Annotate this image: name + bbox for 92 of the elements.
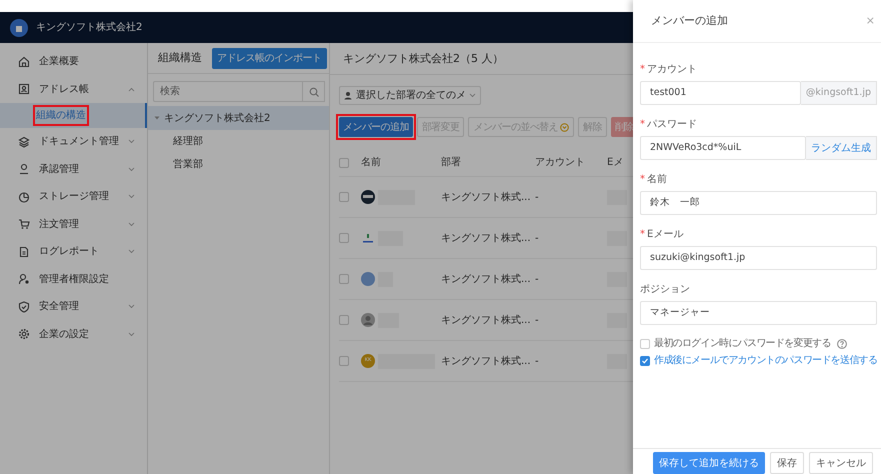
column-header: Eメ bbox=[607, 156, 624, 170]
required-mark: * bbox=[640, 62, 645, 76]
required-mark: * bbox=[640, 228, 645, 242]
pie-chart-icon bbox=[18, 190, 30, 203]
field-label: 名前 bbox=[647, 172, 667, 186]
table-cell-text: - bbox=[535, 354, 540, 368]
menu-label: ストレージ管理 bbox=[39, 190, 109, 204]
input-field[interactable]: 2NWVeRo3cd*%uiL bbox=[640, 136, 806, 160]
field-label: パスワード bbox=[647, 118, 697, 132]
checkbox[interactable] bbox=[339, 315, 349, 325]
sidebar-item[interactable]: 注文管理 bbox=[0, 210, 147, 238]
sidebar-item[interactable]: 企業概要 bbox=[0, 48, 147, 76]
required-mark: * bbox=[640, 118, 645, 132]
chevron-icon bbox=[469, 93, 476, 98]
menu-label: ログレポート bbox=[39, 245, 99, 260]
generate-button[interactable]: ランダム生成 bbox=[806, 136, 877, 160]
sidebar-item[interactable]: 管理者権限設定 bbox=[0, 266, 147, 293]
table-cell-text: - bbox=[535, 314, 540, 328]
footer-button[interactable]: 保存 bbox=[770, 452, 804, 474]
menu-label: 安全管理 bbox=[39, 300, 79, 314]
input-field[interactable]: 鈴木 一郎 bbox=[640, 191, 877, 215]
avatar-icon bbox=[361, 190, 375, 204]
menu-label: 管理者権限設定 bbox=[39, 272, 109, 287]
table-cell-text: キングソフト株式... bbox=[441, 354, 532, 368]
search-icon bbox=[308, 86, 318, 96]
menu-label: ドキュメント管理 bbox=[39, 135, 119, 150]
menu-label: 企業の設定 bbox=[39, 328, 89, 342]
layers-icon bbox=[18, 136, 30, 148]
sidebar-item[interactable]: ログレポート bbox=[0, 238, 147, 266]
table-cell-text: キングソフト株式... bbox=[441, 272, 532, 286]
tree-node[interactable]: 経理部 bbox=[148, 130, 329, 153]
document-icon bbox=[18, 246, 30, 258]
logo-icon bbox=[361, 231, 375, 245]
checkbox[interactable] bbox=[339, 274, 349, 284]
panel-title: 組織構造 bbox=[158, 50, 202, 66]
tree-node[interactable]: キングソフト株式会社2 bbox=[148, 106, 329, 130]
filter-dropdown[interactable]: 選択した部署の全てのメ bbox=[339, 86, 481, 105]
logo-icon bbox=[10, 18, 28, 36]
checkbox[interactable] bbox=[339, 192, 349, 202]
sidebar-item[interactable]: ストレージ管理 bbox=[0, 183, 147, 210]
shield-icon bbox=[18, 300, 30, 313]
input-field[interactable]: マネージャー bbox=[640, 301, 877, 325]
checkbox[interactable] bbox=[640, 356, 650, 366]
sidebar-item[interactable]: 承認管理 bbox=[0, 156, 147, 183]
gear-icon bbox=[18, 328, 30, 340]
sidebar-item[interactable]: 企業の設定 bbox=[0, 320, 147, 348]
domain-suffix: @kingsoft1.jp bbox=[800, 81, 877, 105]
checkbox[interactable] bbox=[339, 233, 349, 243]
table-cell-text: - bbox=[535, 272, 540, 286]
checkbox-label: 作成後にメールでアカウントのパスワードを送信する bbox=[654, 354, 878, 368]
search-button[interactable] bbox=[303, 81, 325, 102]
table-cell-text: キングソフト株式... bbox=[441, 314, 532, 328]
avatar-icon bbox=[361, 313, 375, 327]
column-header: 名前 bbox=[361, 156, 382, 170]
menu-label: 承認管理 bbox=[39, 162, 79, 177]
field-label: アカウント bbox=[647, 62, 697, 76]
group-title: キングソフト株式会社2（5 人） bbox=[343, 50, 504, 67]
sidebar-item[interactable]: アドレス帳 bbox=[0, 76, 147, 103]
field-label: Eメール bbox=[647, 228, 684, 242]
menu-label: 注文管理 bbox=[39, 218, 79, 232]
table-cell-text: - bbox=[535, 232, 540, 246]
checkbox[interactable] bbox=[339, 356, 349, 366]
table-cell-text: キングソフト株式... bbox=[441, 232, 532, 246]
chevron-circle-icon bbox=[560, 122, 570, 132]
checkbox-label: 最初のログイン時にパスワードを変更する bbox=[654, 336, 831, 351]
cart-icon bbox=[18, 218, 30, 230]
home-icon bbox=[18, 56, 30, 68]
required-mark: * bbox=[640, 172, 645, 186]
person-icon bbox=[18, 163, 30, 176]
sidebar-item[interactable]: 安全管理 bbox=[0, 293, 147, 320]
input-field[interactable]: suzuki@kingsoft1.jp bbox=[640, 246, 877, 270]
person-gear-icon bbox=[18, 273, 30, 286]
checkbox[interactable] bbox=[640, 338, 650, 348]
field-label: ポジション bbox=[640, 282, 690, 296]
toolbar-button[interactable]: メンバーの追加 bbox=[339, 117, 413, 137]
table-cell-text: - bbox=[535, 190, 540, 204]
contact-card-icon bbox=[18, 83, 30, 96]
tree-node[interactable]: 営業部 bbox=[148, 153, 329, 176]
column-header: 部署 bbox=[441, 156, 462, 170]
table-cell-text: キングソフト株式... bbox=[441, 190, 532, 204]
input-field[interactable]: test001 bbox=[640, 81, 801, 105]
footer-button[interactable]: キャンセル bbox=[809, 452, 873, 474]
sidebar-item[interactable]: ドキュメント管理 bbox=[0, 128, 147, 156]
menu-label: 企業概要 bbox=[39, 54, 79, 70]
avatar-icon bbox=[361, 272, 375, 286]
search-field[interactable]: 検索 bbox=[153, 81, 303, 102]
company-name: キングソフト株式会社2 bbox=[36, 20, 142, 35]
menu-label: アドレス帳 bbox=[39, 82, 89, 97]
column-header: アカウント bbox=[535, 156, 586, 170]
drawer-title: メンバーの追加 bbox=[651, 12, 728, 29]
checkbox[interactable] bbox=[339, 158, 349, 168]
people-icon bbox=[344, 91, 353, 100]
